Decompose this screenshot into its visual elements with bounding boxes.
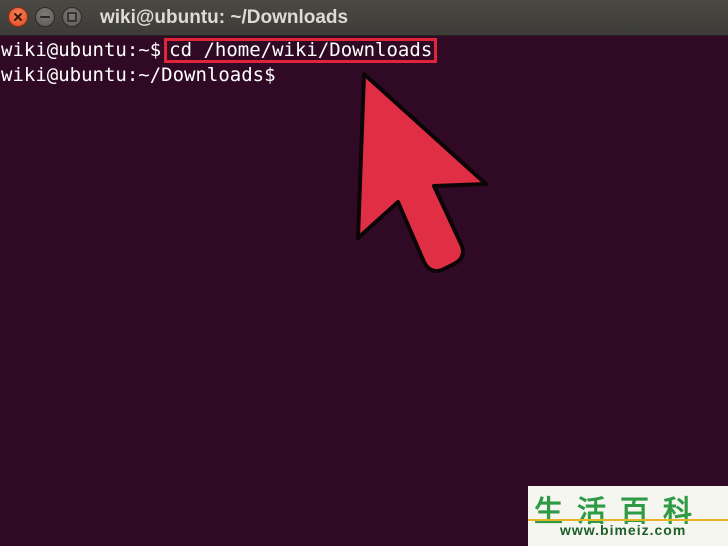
watermark-stripe	[528, 519, 728, 521]
close-button[interactable]	[8, 7, 28, 27]
watermark: 生活百科 www.bimeiz.com	[528, 486, 728, 546]
minimize-icon	[40, 16, 50, 18]
cursor-arrow-icon	[356, 72, 488, 273]
prompt: wiki@ubuntu:~/Downloads$	[1, 64, 276, 86]
terminal-line: wiki@ubuntu:~/Downloads$	[1, 63, 276, 88]
window-title: wiki@ubuntu: ~/Downloads	[100, 7, 349, 28]
maximize-button[interactable]	[62, 7, 82, 27]
close-icon	[14, 13, 22, 21]
watermark-url: www.bimeiz.com	[560, 522, 687, 538]
title-bar: wiki@ubuntu: ~/Downloads	[0, 0, 728, 36]
terminal-line: wiki@ubuntu:~$ cd /home/wiki/Downloads	[1, 38, 438, 63]
command-text: cd /home/wiki/Downloads	[169, 39, 433, 61]
maximize-icon	[67, 12, 77, 22]
prompt: wiki@ubuntu:~$	[1, 39, 162, 61]
terminal-window: wiki@ubuntu: ~/Downloads wiki@ubuntu:~$ c…	[0, 0, 728, 546]
minimize-button[interactable]	[35, 7, 55, 27]
highlighted-command: cd /home/wiki/Downloads	[164, 38, 438, 63]
